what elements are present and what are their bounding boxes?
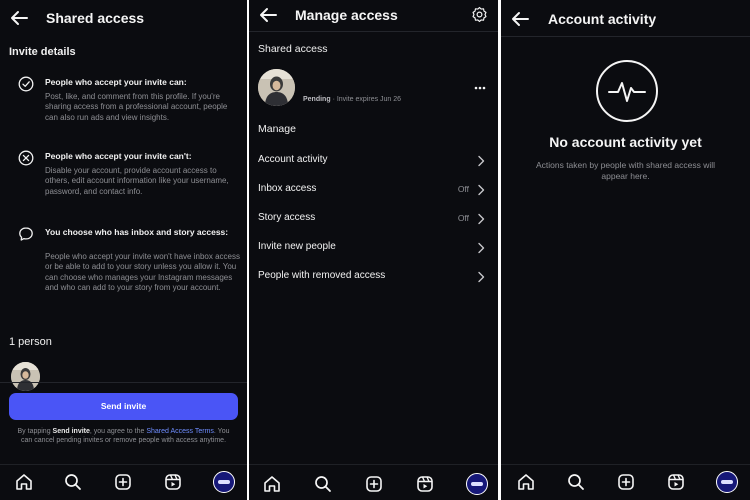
reels-icon[interactable]: [163, 472, 183, 492]
avatar-photo: [11, 362, 40, 391]
invite-can-section: People who accept your invite can: Post,…: [18, 76, 243, 140]
row-label: Account activity: [258, 154, 328, 165]
inbox-story-title: You choose who has inbox and story acces…: [45, 227, 229, 237]
manage-access-screen: Manage access Shared access Pending · In…: [249, 0, 498, 500]
top-bar: Shared access: [0, 0, 247, 36]
back-arrow-icon[interactable]: [258, 6, 278, 24]
terms-prefix: By tapping: [17, 428, 53, 435]
search-icon[interactable]: [566, 472, 586, 492]
inbox-story-body: People who accept your invite won't have…: [45, 252, 240, 293]
terms-middle: , you agree to the: [89, 428, 147, 435]
people-count: 1 person: [9, 336, 52, 348]
empty-state-title: No account activity yet: [549, 134, 702, 150]
invite-expiry: · Invite expires Jun 26: [330, 96, 402, 103]
search-icon[interactable]: [63, 472, 83, 492]
empty-state-body: Actions taken by people with shared acce…: [535, 160, 716, 181]
chevron-right-icon: [478, 184, 485, 196]
reels-icon[interactable]: [666, 472, 686, 492]
page-title: Manage access: [295, 7, 398, 23]
profile-avatar[interactable]: [466, 473, 488, 495]
row-account-activity[interactable]: Account activity: [258, 151, 489, 171]
header-divider: [501, 36, 750, 37]
page-title: Account activity: [548, 11, 657, 27]
bottom-nav: [249, 464, 498, 500]
terms-text: By tapping Send invite, you agree to the…: [12, 427, 235, 445]
search-icon[interactable]: [313, 474, 333, 494]
terms-bold: Send invite: [52, 428, 90, 435]
create-icon[interactable]: [616, 472, 636, 492]
home-icon[interactable]: [516, 472, 536, 492]
top-bar: Account activity: [501, 0, 750, 36]
reels-icon[interactable]: [415, 474, 435, 494]
chevron-right-icon: [478, 213, 485, 225]
profile-avatar[interactable]: [213, 471, 235, 493]
footer-divider: [0, 382, 247, 383]
create-icon[interactable]: [364, 474, 384, 494]
bottom-nav: [0, 464, 247, 500]
row-value: Off: [457, 213, 469, 223]
invite-cant-section: People who accept your invite can't: Dis…: [18, 150, 243, 210]
home-icon[interactable]: [262, 474, 282, 494]
bottom-nav: [501, 464, 750, 500]
shared-access-screen: Shared access Invite details People who …: [0, 0, 247, 500]
chevron-right-icon: [478, 155, 485, 167]
avatar[interactable]: [11, 362, 40, 391]
activity-pulse-icon: [596, 60, 658, 122]
inbox-story-section: You choose who has inbox and story acces…: [18, 226, 243, 320]
invite-can-body: Post, like, and comment from this profil…: [45, 92, 228, 122]
chevron-right-icon: [478, 271, 485, 283]
row-value: Off: [457, 184, 469, 194]
back-arrow-icon[interactable]: [9, 9, 29, 27]
row-label: Inbox access: [258, 183, 317, 194]
row-label: Story access: [258, 212, 316, 223]
row-inbox-access[interactable]: Inbox access Off: [258, 180, 489, 200]
send-invite-button[interactable]: Send invite: [9, 393, 238, 420]
row-invite-new-people[interactable]: Invite new people: [258, 238, 489, 258]
profile-avatar[interactable]: [716, 471, 738, 493]
shared-access-heading: Shared access: [258, 43, 328, 55]
home-icon[interactable]: [14, 472, 34, 492]
invite-cant-title: People who accept your invite can't:: [45, 151, 192, 161]
row-story-access[interactable]: Story access Off: [258, 209, 489, 229]
row-label: People with removed access: [258, 270, 386, 281]
message-bubble-icon: [19, 227, 33, 241]
shared-access-terms-link[interactable]: Shared Access Terms: [146, 428, 214, 435]
invite-cant-body: Disable your account, provide account ac…: [45, 166, 229, 196]
create-icon[interactable]: [113, 472, 133, 492]
settings-gear-icon[interactable]: [471, 6, 488, 23]
row-label: Invite new people: [258, 241, 336, 252]
pending-label: Pending: [303, 96, 331, 103]
invite-details-heading: Invite details: [9, 46, 76, 58]
avatar-photo: [258, 69, 295, 106]
manage-heading: Manage: [258, 123, 296, 135]
x-circle-icon: [18, 150, 34, 166]
pending-user-avatar[interactable]: [258, 69, 295, 106]
row-removed-access[interactable]: People with removed access: [258, 267, 489, 287]
chevron-right-icon: [478, 242, 485, 254]
header-divider: [249, 31, 498, 32]
more-options-icon[interactable]: [474, 86, 486, 90]
invite-status: Pending · Invite expires Jun 26: [303, 96, 401, 103]
invite-can-title: People who accept your invite can:: [45, 77, 187, 87]
check-circle-icon: [18, 76, 34, 92]
page-title: Shared access: [46, 10, 145, 26]
back-arrow-icon[interactable]: [510, 10, 530, 28]
account-activity-screen: Account activity No account activity yet…: [501, 0, 750, 500]
